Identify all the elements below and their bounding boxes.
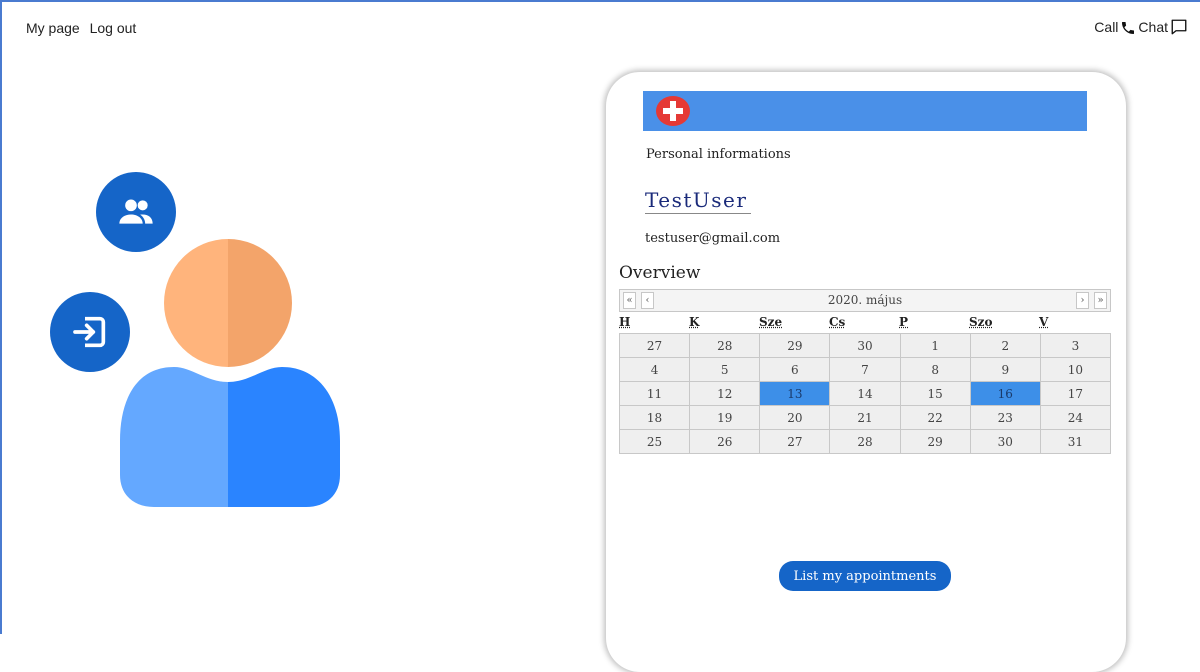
calendar-day[interactable]: 24 [1039,405,1112,430]
username: TestUser [645,188,751,214]
contact-bar: Call Chat [1094,18,1188,36]
calendar-next-year-button[interactable]: » [1094,292,1107,309]
list-appointments-button[interactable]: List my appointments [779,561,951,591]
call-link[interactable]: Call [1094,18,1118,36]
calendar-day[interactable]: 25 [618,429,691,454]
calendar-day[interactable]: 9 [969,357,1041,382]
calendar-day[interactable]: 6 [759,357,831,382]
personal-info-label: Personal informations [646,147,791,162]
overview-title: Overview [619,263,701,283]
calendar-day[interactable]: 15 [899,381,971,406]
calendar-day[interactable]: 10 [1039,357,1112,382]
calendar-day[interactable]: 19 [689,405,761,430]
calendar-day[interactable]: 7 [829,357,901,382]
calendar-day[interactable]: 17 [1039,381,1112,406]
calendar-next-month-button[interactable]: › [1076,292,1089,309]
calendar-day[interactable]: 21 [829,405,901,430]
calendar-prev-month-button[interactable]: ‹ [641,292,654,309]
calendar-day[interactable]: 1 [899,333,971,358]
calendar-day[interactable]: 30 [969,429,1041,454]
calendar-day[interactable]: 13 [759,381,831,406]
calendar-day[interactable]: 30 [829,333,901,358]
my-page-link[interactable]: My page [26,20,80,36]
log-out-link[interactable]: Log out [90,20,137,36]
calendar-week-row: 25 26 27 28 29 30 31 [618,429,1112,454]
weekday-label: K [689,315,700,329]
calendar-day[interactable]: 2 [969,333,1041,358]
calendar-day[interactable]: 23 [969,405,1041,430]
top-nav: My page Log out [26,20,142,36]
calendar-week-row: 27 28 29 30 1 2 3 [618,333,1112,358]
calendar-header: 2020. május « ‹ › » [619,289,1111,312]
calendar-week-row: 4 5 6 7 8 9 10 [618,357,1112,382]
weekday-label: Cs [829,315,846,329]
user-email: testuser@gmail.com [645,231,781,246]
calendar-week-row: 18 19 20 21 22 23 24 [618,405,1112,430]
calendar-day[interactable]: 27 [618,333,691,358]
calendar-day[interactable]: 11 [618,381,691,406]
weekday-label: P [899,315,909,329]
calendar-day[interactable]: 8 [899,357,971,382]
calendar-day[interactable]: 3 [1039,333,1112,358]
calendar-day[interactable]: 28 [829,429,901,454]
weekday-label: Szo [969,315,993,329]
calendar-day[interactable]: 20 [759,405,831,430]
calendar-day[interactable]: 16 [969,381,1041,406]
card-header-bar [643,91,1087,131]
calendar-week-row: 11 12 13 14 15 16 17 [618,381,1112,406]
calendar-day[interactable]: 5 [689,357,761,382]
phone-icon[interactable] [1120,20,1136,36]
people-icon [119,199,153,224]
calendar-grid: 27 28 29 30 1 2 3 4 5 6 7 8 9 10 11 12 13 14 15 16 17 18 19 20 2… [618,333,1112,454]
user-avatar-illustration [120,239,340,507]
logout-icon [73,316,106,348]
calendar-day[interactable]: 28 [689,333,761,358]
calendar-month-label: 2020. május [827,293,903,307]
calendar-day[interactable]: 4 [618,357,691,382]
weekday-label: H [619,315,631,329]
calendar-day[interactable]: 29 [899,429,971,454]
chat-bubble-icon[interactable] [1170,18,1188,36]
calendar-day[interactable]: 14 [829,381,901,406]
calendar-day[interactable]: 18 [618,405,691,430]
plus-circle-icon[interactable] [656,96,690,126]
weekday-label: V [1039,315,1049,329]
calendar-prev-year-button[interactable]: « [623,292,636,309]
calendar-day[interactable]: 31 [1039,429,1112,454]
chat-link[interactable]: Chat [1138,18,1168,36]
calendar-day[interactable]: 22 [899,405,971,430]
calendar-day[interactable]: 29 [759,333,831,358]
calendar-day[interactable]: 12 [689,381,761,406]
calendar-day[interactable]: 26 [689,429,761,454]
calendar-weekdays: H K Sze Cs P Szo V [619,313,1111,333]
calendar-day[interactable]: 27 [759,429,831,454]
weekday-label: Sze [759,315,783,329]
